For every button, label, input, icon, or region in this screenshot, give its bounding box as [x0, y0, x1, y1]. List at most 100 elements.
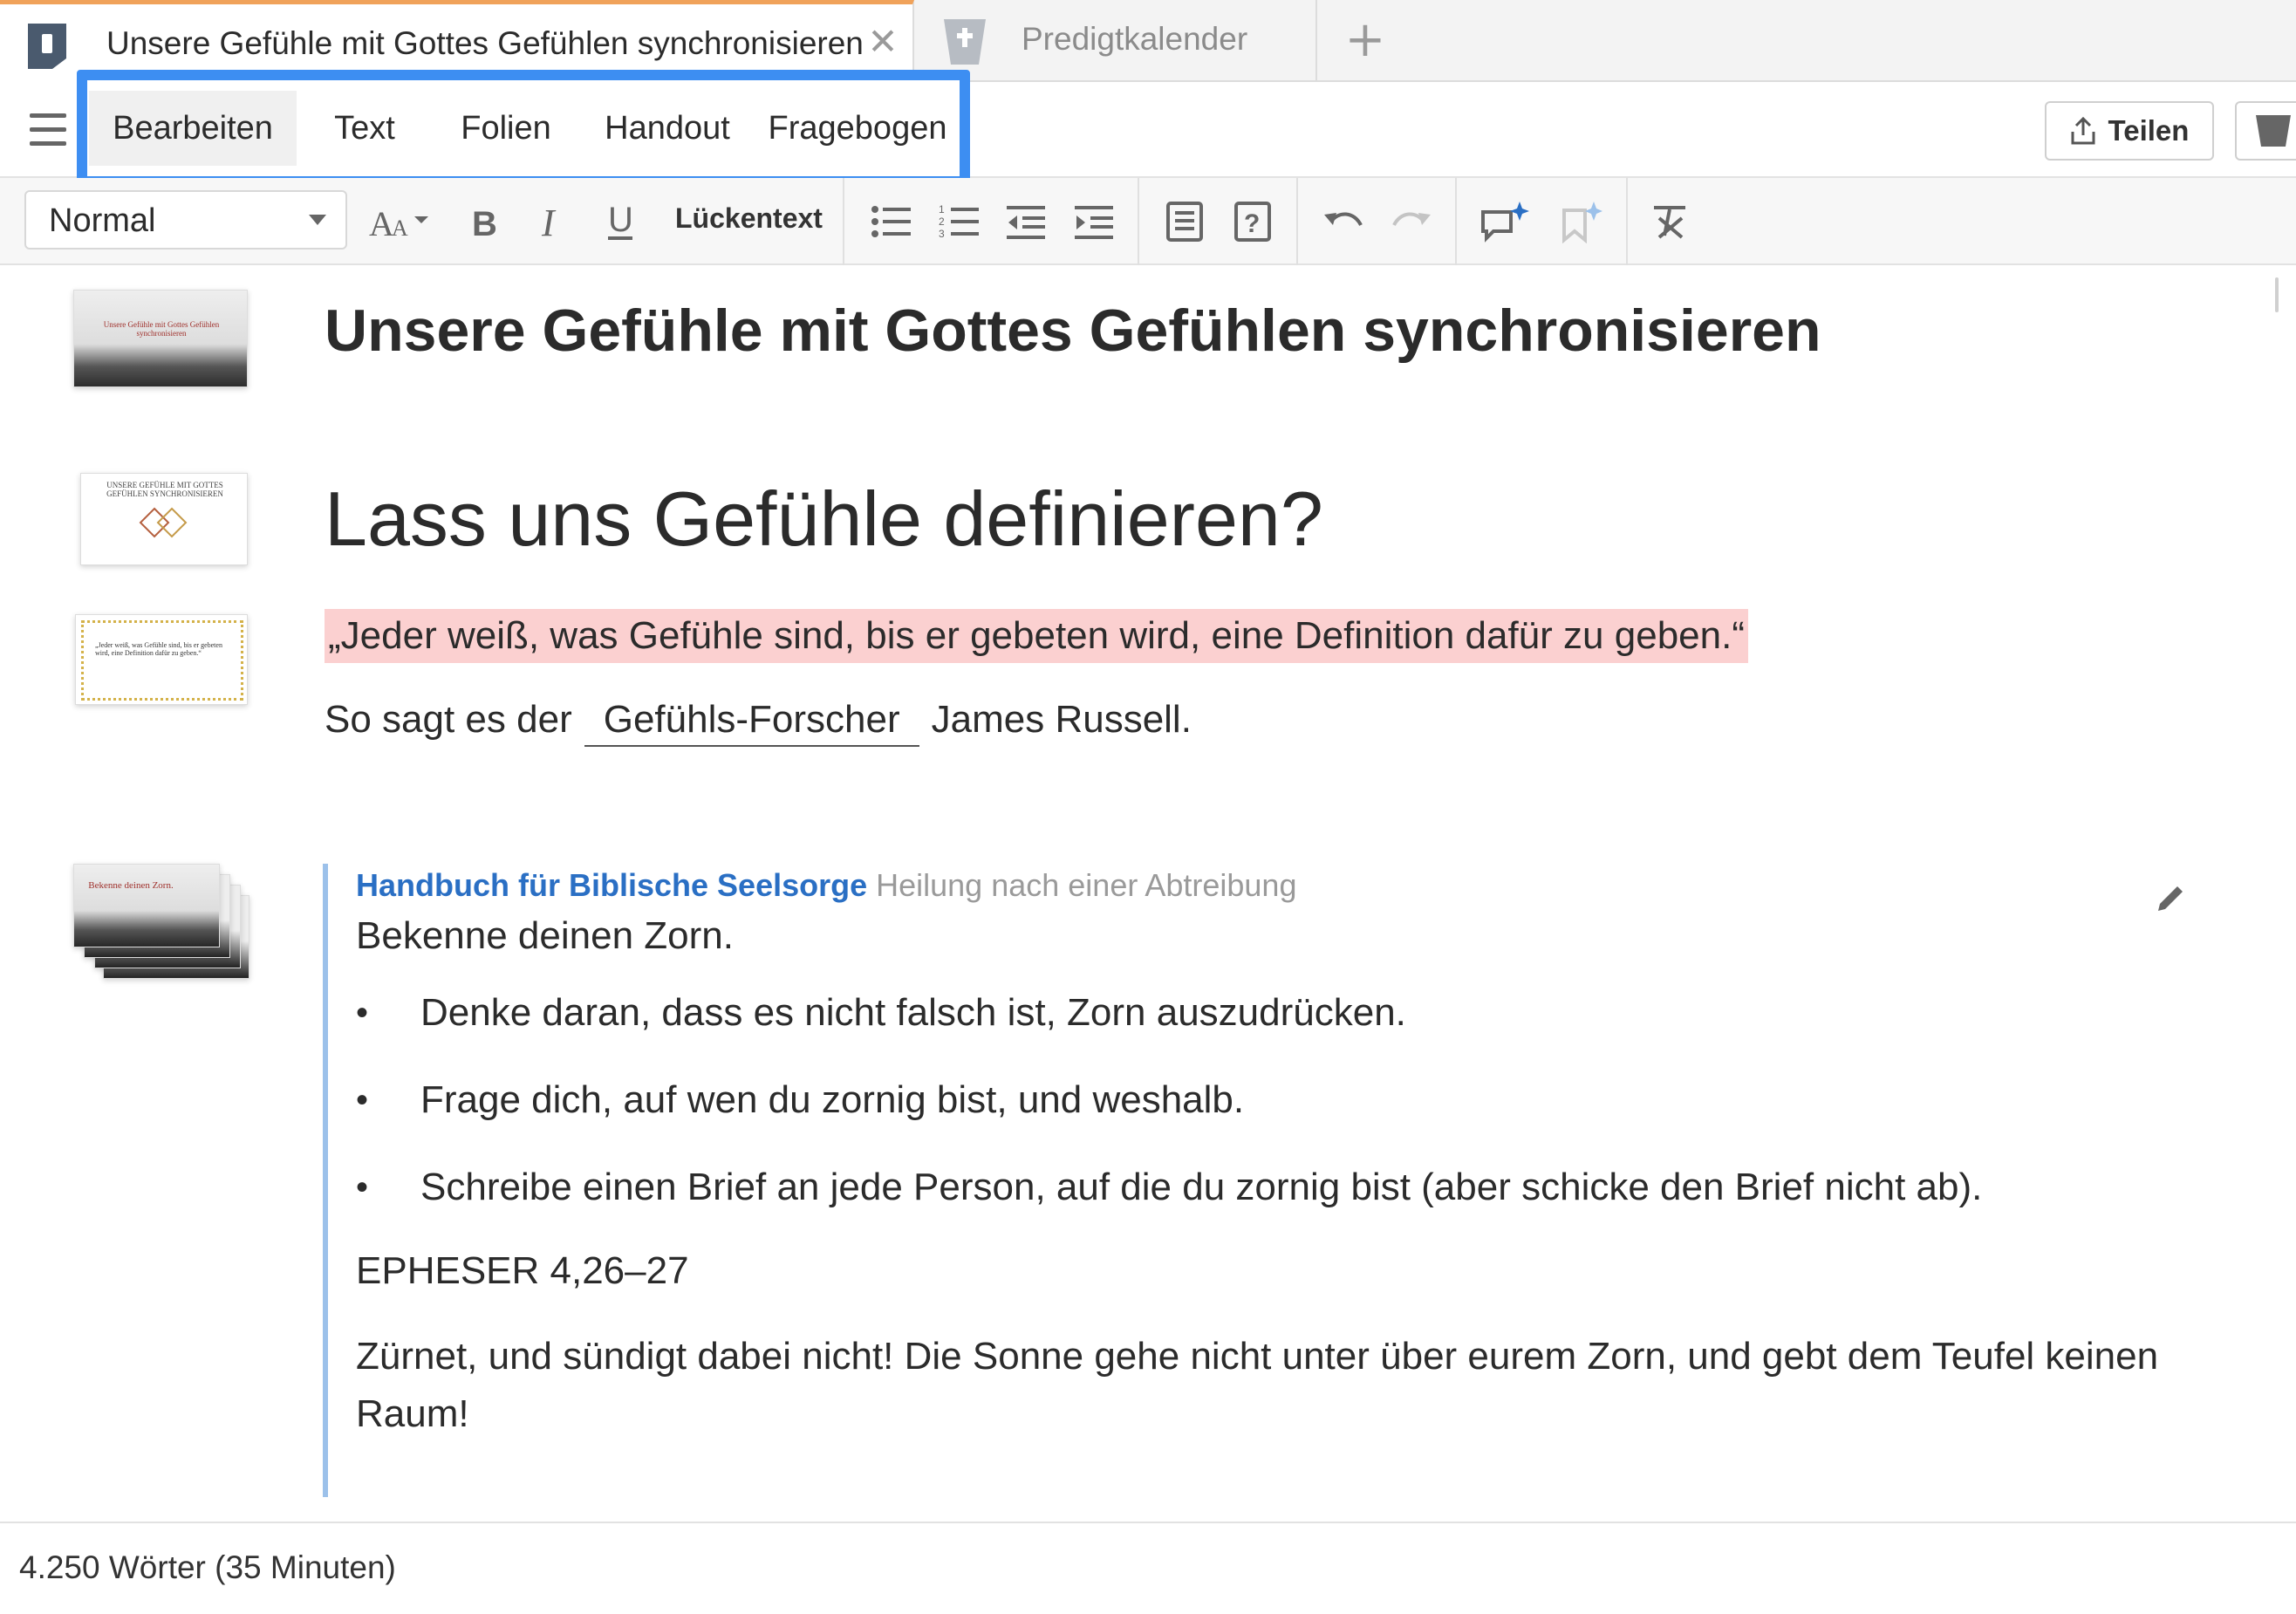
menu-bar: Bearbeiten Text Folien Handout Frageboge…: [0, 70, 2296, 187]
svg-text:2: 2: [939, 215, 945, 228]
ai-comment-icon: [1481, 202, 1529, 243]
font-size-icon: A A: [369, 204, 428, 241]
numbered-list-button[interactable]: 1 2 3: [935, 194, 984, 250]
svg-text:1: 1: [939, 203, 945, 215]
question-icon: ?: [1234, 202, 1271, 242]
resource-subtitle: Heilung nach einer Abtreibung: [876, 867, 1297, 903]
toolbar-divider: [1138, 178, 1139, 265]
svg-text:U: U: [608, 201, 633, 239]
paragraph-style-select[interactable]: Normal: [24, 190, 347, 250]
document-editor[interactable]: Unsere Gefühle mit Gottes Gefühlen synch…: [0, 267, 2296, 1522]
verse-reference: EPHESER 4,26–27: [356, 1249, 689, 1292]
toolbar-divider: [843, 178, 844, 265]
verse-text: Zürnet, und sündigt dabei nicht! Die Son…: [356, 1335, 2159, 1435]
ai-bookmark-icon: [1562, 202, 1602, 243]
svg-text:A: A: [369, 204, 394, 241]
outdent-button[interactable]: [1001, 194, 1050, 250]
indent-icon: [1075, 206, 1113, 239]
slide-text: UNSERE GEFÜHLE MIT GOTTES GEFÜHLEN SYNCH…: [106, 481, 223, 499]
underline-icon: U: [608, 201, 633, 240]
indent-button[interactable]: [1069, 194, 1118, 250]
bold-icon: B: [472, 205, 497, 241]
svg-text:3: 3: [939, 228, 945, 240]
list-item: Frage dich, auf wen du zornig bist, und …: [356, 1071, 2251, 1129]
tab-bearbeiten[interactable]: Bearbeiten: [89, 91, 297, 166]
slide-thumbnail[interactable]: Unsere Gefühle mit Gottes Gefühlen synch…: [73, 290, 248, 387]
italic-icon: I: [541, 202, 557, 241]
list-item: Denke daran, dass es nicht falsch ist, Z…: [356, 984, 2251, 1042]
sentence-text: James Russell.: [931, 698, 1192, 741]
word-count: 4.250 Wörter (35 Minuten): [19, 1549, 396, 1585]
ai-bookmark-button[interactable]: [1556, 194, 1605, 250]
slide-thumbnail[interactable]: „Jeder weiß, was Gefühle sind, bis er ge…: [75, 614, 248, 705]
block-icon: [1166, 202, 1203, 242]
slide-text: Bekenne deinen Zorn.: [88, 880, 174, 891]
scrollbar[interactable]: [2275, 277, 2279, 312]
ai-comment-button[interactable]: [1478, 194, 1532, 250]
svg-text:B: B: [472, 205, 497, 241]
format-toolbar: Normal A A B I U Lückentext 1 2 3 ?: [0, 178, 2296, 265]
highlighted-quote[interactable]: „Jeder weiß, was Gefühle sind, bis er ge…: [325, 609, 1748, 663]
underline-button[interactable]: U: [598, 194, 642, 250]
clear-format-icon: [1654, 206, 1685, 239]
bullet-list: Denke daran, dass es nicht falsch ist, Z…: [356, 984, 2251, 1216]
share-icon: [2071, 116, 2095, 145]
tab-folien[interactable]: Folien: [434, 91, 577, 166]
view-tabs-highlight: Bearbeiten Text Folien Handout Frageboge…: [77, 70, 970, 187]
add-tab-icon[interactable]: +: [1335, 14, 1396, 66]
section-heading[interactable]: Lass uns Gefühle definieren?: [325, 475, 1323, 564]
slide-text: „Jeder weiß, was Gefühle sind, bis er ge…: [95, 641, 222, 658]
pulpit-icon: [944, 19, 986, 65]
tab-title: Predigtkalender: [1022, 21, 1248, 57]
undo-icon: [1324, 212, 1363, 227]
svg-text:I: I: [541, 202, 557, 241]
bold-button[interactable]: B: [462, 194, 506, 250]
diamond-logo-icon: [139, 507, 188, 538]
share-button[interactable]: Teilen: [2045, 101, 2214, 161]
pulpit-button[interactable]: [2235, 101, 2296, 161]
slide-thumbnail: Bekenne deinen Zorn.: [73, 864, 220, 947]
bullet-list-button[interactable]: [867, 194, 916, 250]
question-button[interactable]: ?: [1228, 194, 1277, 250]
slide-stack[interactable]: Bekenne deinen Zorn.: [73, 864, 251, 986]
close-icon[interactable]: ✕: [865, 22, 900, 62]
resource-header: Handbuch für Biblische Seelsorge Heilung …: [356, 864, 2251, 907]
pencil-icon[interactable]: [2153, 881, 2188, 916]
resource-block[interactable]: Handbuch für Biblische Seelsorge Heilung …: [323, 864, 2251, 1497]
cloze-button[interactable]: Lückentext: [675, 202, 823, 235]
clear-format-button[interactable]: [1645, 194, 1694, 250]
hamburger-menu-icon[interactable]: [30, 113, 66, 147]
slide-text: Unsere Gefühle mit Gottes Gefühlen synch…: [103, 320, 220, 339]
status-bar: 4.250 Wörter (35 Minuten): [0, 1522, 2296, 1614]
font-size-button[interactable]: A A: [365, 194, 438, 250]
tab-text[interactable]: Text: [318, 91, 412, 166]
tab-handout[interactable]: Handout: [576, 91, 759, 166]
list-item: Schreibe einen Brief an jede Person, auf…: [356, 1159, 2251, 1216]
block-button[interactable]: [1160, 194, 1209, 250]
outdent-icon: [1007, 206, 1045, 239]
sentence-text: So sagt es der: [325, 698, 572, 741]
italic-button[interactable]: I: [530, 194, 574, 250]
paragraph[interactable]: So sagt es der Gefühls-Forscher James Russ…: [325, 693, 1192, 747]
bullet-list-icon: [871, 206, 911, 237]
share-label: Teilen: [2108, 114, 2190, 147]
cloze-blank[interactable]: Gefühls-Forscher: [584, 694, 919, 747]
document-title[interactable]: Unsere Gefühle mit Gottes Gefühlen synch…: [325, 297, 1821, 365]
document-icon: [28, 24, 66, 69]
chevron-down-icon: [309, 215, 326, 225]
numbered-list-icon: 1 2 3: [939, 203, 979, 240]
svg-text:?: ?: [1244, 209, 1260, 238]
svg-text:A: A: [392, 215, 408, 241]
toolbar-divider: [1626, 178, 1628, 265]
style-value: Normal: [49, 202, 156, 239]
undo-button[interactable]: [1319, 194, 1368, 250]
resource-intro: Bekenne deinen Zorn.: [356, 914, 734, 957]
tab-title: Unsere Gefühle mit Gottes Gefühlen synch…: [106, 25, 864, 61]
resource-source-link[interactable]: Handbuch für Biblische Seelsorge: [356, 867, 867, 903]
slide-thumbnail[interactable]: UNSERE GEFÜHLE MIT GOTTES GEFÜHLEN SYNCH…: [80, 473, 248, 565]
redo-button[interactable]: [1387, 194, 1436, 250]
tab-fragebogen[interactable]: Fragebogen: [748, 91, 967, 166]
pulpit-icon: [2256, 115, 2291, 147]
app-window: Unsere Gefühle mit Gottes Gefühlen synch…: [0, 0, 2296, 1614]
tab-predigtkalender[interactable]: Predigtkalender: [916, 0, 1317, 82]
